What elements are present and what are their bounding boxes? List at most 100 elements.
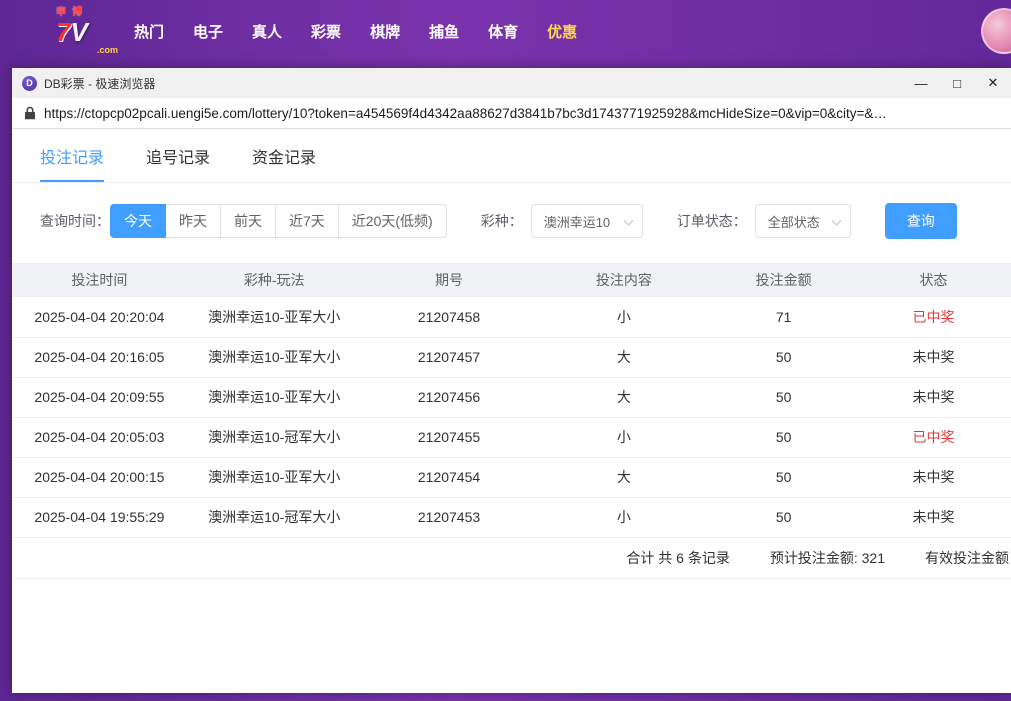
close-button[interactable]: ✕ (975, 68, 1011, 98)
header-status: 状态 (856, 263, 1011, 297)
nav-menu: 热门 电子 真人 彩票 棋牌 捕鱼 体育 优惠 (134, 21, 577, 42)
lottery-select[interactable]: 澳洲幸运10 (531, 204, 643, 238)
bet-time-cell: 2025-04-04 20:05:03 (12, 417, 187, 457)
browser-window: D DB彩票 - 极速浏览器 — □ ✕ https://ctopcp02pca… (12, 68, 1011, 693)
browser-app-icon: D (22, 76, 37, 91)
site-logo[interactable]: 申博 7V .com (56, 8, 118, 55)
header-issue: 期号 (362, 263, 537, 297)
nav-item-slots[interactable]: 电子 (193, 21, 223, 42)
table-row: 2025-04-04 20:00:15 澳洲幸运10-亚军大小 21207454… (12, 457, 1011, 497)
lottery-select-value: 澳洲幸运10 (544, 212, 610, 231)
nav-item-promo[interactable]: 优惠 (547, 21, 577, 42)
game-play-cell: 澳洲幸运10-冠军大小 (187, 497, 362, 537)
logo-com-text: .com (56, 46, 118, 55)
tab-fund-records[interactable]: 资金记录 (252, 129, 316, 182)
bet-records-table: 投注时间 彩种-玩法 期号 投注内容 投注金额 状态 2025-04-04 20… (12, 263, 1011, 538)
game-play-cell: 澳洲幸运10-亚军大小 (187, 377, 362, 417)
time-filter-button[interactable]: 今天 (110, 204, 166, 238)
url-text: https://ctopcp02pcali.uengi5e.com/lotter… (44, 106, 887, 121)
logo-main-text: 7V (56, 19, 118, 45)
summary-total: 合计 共 6 条记录 (626, 548, 729, 568)
nav-item-live[interactable]: 真人 (252, 21, 282, 42)
header-bet-time: 投注时间 (12, 263, 187, 297)
nav-item-hot[interactable]: 热门 (134, 21, 164, 42)
window-controls: — □ ✕ (903, 68, 1011, 98)
nav-item-cards[interactable]: 棋牌 (370, 21, 400, 42)
bet-content-cell: 小 (536, 497, 711, 537)
window-title: DB彩票 - 极速浏览器 (44, 75, 903, 92)
game-play-cell: 澳洲幸运10-亚军大小 (187, 297, 362, 337)
bet-time-cell: 2025-04-04 20:09:55 (12, 377, 187, 417)
filter-row: 查询时间： 今天 昨天 前天 近7天 近20天(低频) 彩种： 澳洲幸运10 订… (40, 203, 1011, 239)
table-row: 2025-04-04 20:05:03 澳洲幸运10-冠军大小 21207455… (12, 417, 1011, 457)
game-play-cell: 澳洲幸运10-冠军大小 (187, 417, 362, 457)
game-play-cell: 澳洲幸运10-亚军大小 (187, 337, 362, 377)
table-row: 2025-04-04 20:09:55 澳洲幸运10-亚军大小 21207456… (12, 377, 1011, 417)
time-filter-button[interactable]: 近20天(低频) (338, 204, 447, 238)
issue-cell: 21207453 (362, 497, 537, 537)
bet-amount-cell: 50 (711, 417, 856, 457)
page-content: 投注记录 追号记录 资金记录 查询时间： 今天 昨天 前天 近7天 近20天(低… (12, 129, 1011, 693)
window-titlebar: D DB彩票 - 极速浏览器 — □ ✕ (12, 68, 1011, 98)
query-button[interactable]: 查询 (885, 203, 957, 239)
bet-time-cell: 2025-04-04 20:00:15 (12, 457, 187, 497)
bet-amount-cell: 50 (711, 457, 856, 497)
bet-content-cell: 大 (536, 377, 711, 417)
game-play-cell: 澳洲幸运10-亚军大小 (187, 457, 362, 497)
bet-content-cell: 小 (536, 417, 711, 457)
summary-valid-amount: 有效投注金额 (925, 548, 1009, 568)
status-cell: 未中奖 (856, 377, 1011, 417)
chevron-down-icon (623, 216, 633, 226)
nav-item-lottery[interactable]: 彩票 (311, 21, 341, 42)
bet-amount-cell: 50 (711, 377, 856, 417)
time-filter-button[interactable]: 近7天 (275, 204, 339, 238)
time-filter-label: 查询时间： (40, 211, 110, 231)
record-tabs: 投注记录 追号记录 资金记录 (12, 129, 1011, 183)
bet-content-cell: 小 (536, 297, 711, 337)
top-nav-bar: 申博 7V .com 热门 电子 真人 彩票 棋牌 捕鱼 体育 优惠 (0, 0, 1011, 62)
bet-amount-cell: 71 (711, 297, 856, 337)
bet-content-cell: 大 (536, 457, 711, 497)
status-cell: 未中奖 (856, 497, 1011, 537)
status-select-value: 全部状态 (768, 212, 820, 231)
bet-content-cell: 大 (536, 337, 711, 377)
status-cell: 未中奖 (856, 457, 1011, 497)
table-row: 2025-04-04 20:16:05 澳洲幸运10-亚军大小 21207457… (12, 337, 1011, 377)
lock-icon[interactable] (24, 106, 36, 120)
status-cell: 已中奖 (856, 297, 1011, 337)
issue-cell: 21207455 (362, 417, 537, 457)
table-header-row: 投注时间 彩种-玩法 期号 投注内容 投注金额 状态 (12, 263, 1011, 297)
status-filter-label: 订单状态： (677, 211, 747, 231)
bet-time-cell: 2025-04-04 20:20:04 (12, 297, 187, 337)
status-cell: 未中奖 (856, 337, 1011, 377)
bet-amount-cell: 50 (711, 337, 856, 377)
issue-cell: 21207454 (362, 457, 537, 497)
lottery-filter-label: 彩种： (481, 211, 523, 231)
status-cell: 已中奖 (856, 417, 1011, 457)
status-select[interactable]: 全部状态 (755, 204, 851, 238)
time-filter-button[interactable]: 昨天 (165, 204, 221, 238)
minimize-button[interactable]: — (903, 68, 939, 98)
header-bet-amount: 投注金额 (711, 263, 856, 297)
bet-amount-cell: 50 (711, 497, 856, 537)
time-filter-button[interactable]: 前天 (220, 204, 276, 238)
address-bar[interactable]: https://ctopcp02pcali.uengi5e.com/lotter… (12, 98, 1011, 129)
bet-time-cell: 2025-04-04 20:16:05 (12, 337, 187, 377)
table-row: 2025-04-04 20:20:04 澳洲幸运10-亚军大小 21207458… (12, 297, 1011, 337)
user-avatar[interactable] (981, 8, 1011, 54)
issue-cell: 21207458 (362, 297, 537, 337)
issue-cell: 21207456 (362, 377, 537, 417)
nav-item-fishing[interactable]: 捕鱼 (429, 21, 459, 42)
summary-row: 合计 共 6 条记录 预计投注金额: 321 有效投注金额 (12, 538, 1011, 579)
table-row: 2025-04-04 19:55:29 澳洲幸运10-冠军大小 21207453… (12, 497, 1011, 537)
summary-expected-amount: 预计投注金额: 321 (770, 548, 885, 568)
bet-time-cell: 2025-04-04 19:55:29 (12, 497, 187, 537)
nav-item-sports[interactable]: 体育 (488, 21, 518, 42)
tab-chase-records[interactable]: 追号记录 (146, 129, 210, 182)
chevron-down-icon (831, 216, 841, 226)
header-bet-content: 投注内容 (536, 263, 711, 297)
tab-bet-records[interactable]: 投注记录 (40, 129, 104, 182)
issue-cell: 21207457 (362, 337, 537, 377)
time-filter-group: 今天 昨天 前天 近7天 近20天(低频) (110, 204, 447, 238)
maximize-button[interactable]: □ (939, 68, 975, 98)
